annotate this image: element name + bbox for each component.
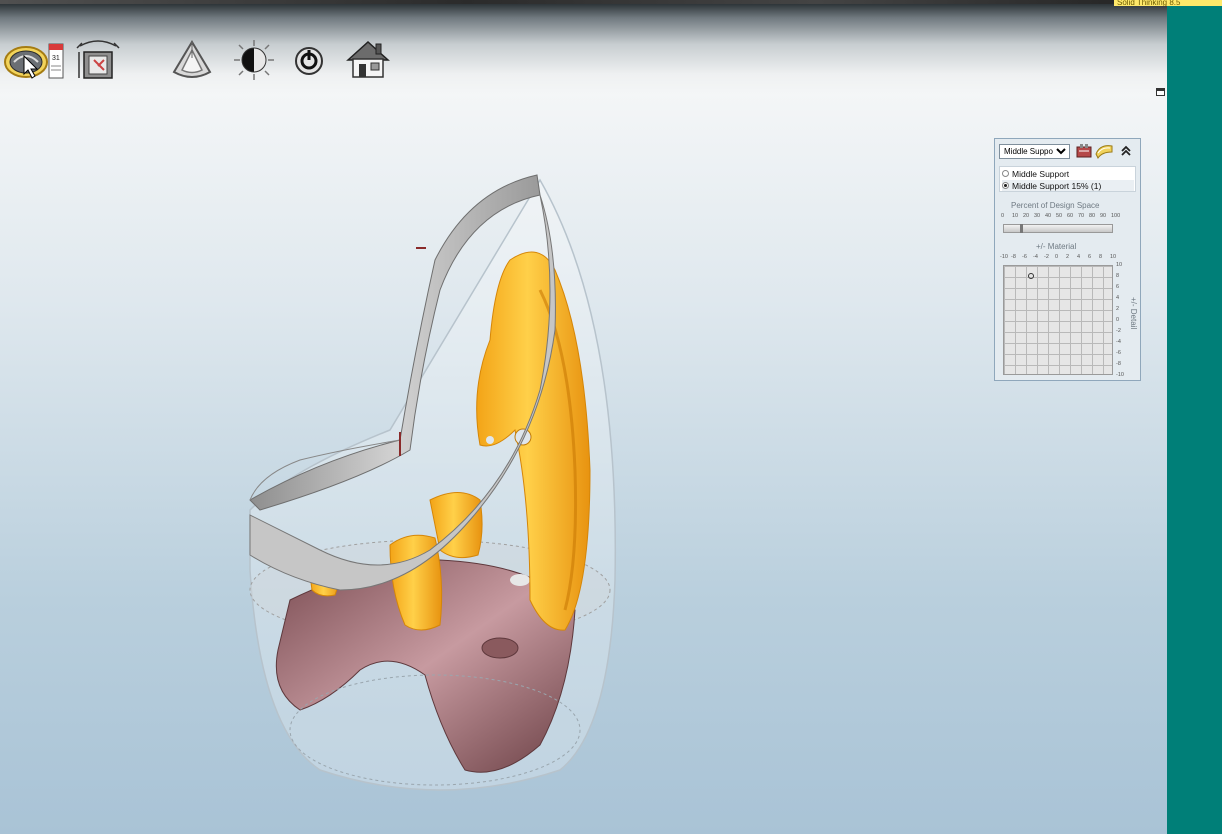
detail-tick: 0	[1116, 317, 1120, 323]
material-tick: -4	[1033, 254, 1038, 260]
percent-tick: 10	[1012, 213, 1019, 219]
material-tick: -2	[1044, 254, 1049, 260]
percent-tick: 20	[1023, 213, 1030, 219]
material-tick: 10	[1110, 254, 1117, 260]
detail-tick: -6	[1116, 350, 1121, 356]
percent-tick: 100	[1111, 213, 1121, 219]
radio-button-icon[interactable]	[1002, 170, 1009, 177]
percent-tick: 30	[1034, 213, 1041, 219]
run-settings-icon[interactable]	[1075, 142, 1093, 165]
detail-tick: 6	[1116, 284, 1120, 290]
material-tick: 4	[1077, 254, 1081, 260]
shape-icon[interactable]	[168, 38, 212, 82]
maximize-icon[interactable]	[1156, 88, 1165, 96]
home-icon[interactable]	[344, 38, 390, 82]
detail-tick: -8	[1116, 361, 1121, 367]
collapse-chevron-icon[interactable]	[1119, 144, 1133, 163]
percent-tick: 80	[1089, 213, 1096, 219]
desktop-side-band: Solid Thinking 8.5	[1114, 0, 1222, 834]
percent-tick: 40	[1045, 213, 1052, 219]
notification-tab[interactable]: Solid Thinking 8.5	[1114, 0, 1222, 6]
material-tick: 8	[1099, 254, 1103, 260]
material-tick: -10	[1000, 254, 1008, 260]
shape-selector-dropdown[interactable]: Middle Suppor	[999, 144, 1070, 159]
material-detail-grid[interactable]	[1003, 265, 1113, 375]
detail-tick: -4	[1116, 339, 1121, 345]
svg-text:31: 31	[52, 55, 60, 62]
reset-icon[interactable]	[288, 38, 332, 82]
detail-tick: 10	[1116, 262, 1123, 268]
detail-tick: 8	[1116, 273, 1120, 279]
percent-tick: 60	[1067, 213, 1074, 219]
detail-label: +/- Detail	[1129, 297, 1138, 330]
result-option[interactable]: Middle Support	[1002, 168, 1069, 179]
detail-tick: -2	[1116, 328, 1121, 334]
material-tick: -6	[1022, 254, 1027, 260]
material-tick: 6	[1088, 254, 1092, 260]
detail-tick: 2	[1116, 306, 1120, 312]
grid-marker[interactable]	[1027, 273, 1034, 279]
measure-icon[interactable]	[74, 38, 120, 82]
percent-design-space-label: Percent of Design Space	[1011, 201, 1100, 210]
percent-tick: 70	[1078, 213, 1085, 219]
material-tick: 2	[1066, 254, 1070, 260]
result-list: Middle Support Middle Support 15% (1)	[999, 166, 1136, 192]
result-option[interactable]: Middle Support 15% (1)	[1002, 180, 1134, 191]
percent-tick: 50	[1056, 213, 1063, 219]
slider-thumb[interactable]	[1020, 224, 1024, 233]
view-mode-icon[interactable]: 31	[2, 38, 64, 82]
material-tick: 0	[1055, 254, 1059, 260]
percent-tick: 90	[1100, 213, 1107, 219]
material-tick: -8	[1011, 254, 1016, 260]
3d-model[interactable]	[240, 170, 640, 800]
radio-button-icon[interactable]	[1002, 182, 1009, 189]
detail-tick: -10	[1116, 372, 1124, 378]
detail-tick: 4	[1116, 295, 1120, 301]
3d-viewport[interactable]: 31 Middle Suppor Middle Support Middle S…	[0, 0, 1167, 834]
percent-tick: 0	[1001, 213, 1005, 219]
render-icon[interactable]	[232, 38, 276, 82]
shape-explorer-icon[interactable]	[1094, 142, 1114, 165]
optimization-panel: Middle Suppor Middle Support Middle Supp…	[994, 138, 1141, 381]
percent-design-space-slider[interactable]	[1003, 224, 1113, 233]
material-label: +/- Material	[1036, 242, 1077, 251]
